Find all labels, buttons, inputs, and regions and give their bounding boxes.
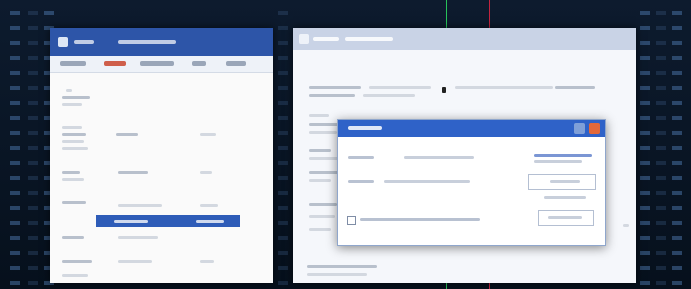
menu-item-2-active[interactable]: [104, 61, 126, 66]
menu-item-5[interactable]: [226, 61, 246, 66]
right-application-window[interactable]: [293, 28, 636, 283]
left-application-window[interactable]: [50, 28, 273, 283]
dialog-link-1[interactable]: [534, 154, 592, 157]
menu-item-3[interactable]: [140, 61, 174, 66]
menu-item-4[interactable]: [192, 61, 206, 66]
left-window-titlebar[interactable]: [50, 28, 273, 56]
text-cursor: [442, 87, 446, 93]
app-icon: [58, 37, 68, 47]
dialog-window[interactable]: [337, 119, 606, 246]
close-button[interactable]: [589, 123, 600, 134]
selected-list-item[interactable]: [96, 215, 240, 227]
minimize-button[interactable]: [574, 123, 585, 134]
menu-bar: [50, 56, 273, 73]
app-icon: [299, 34, 309, 44]
dialog-titlebar[interactable]: [338, 120, 605, 137]
menu-item-1[interactable]: [60, 61, 86, 66]
right-window-titlebar[interactable]: [293, 28, 636, 50]
dialog-checkbox[interactable]: [347, 216, 356, 225]
